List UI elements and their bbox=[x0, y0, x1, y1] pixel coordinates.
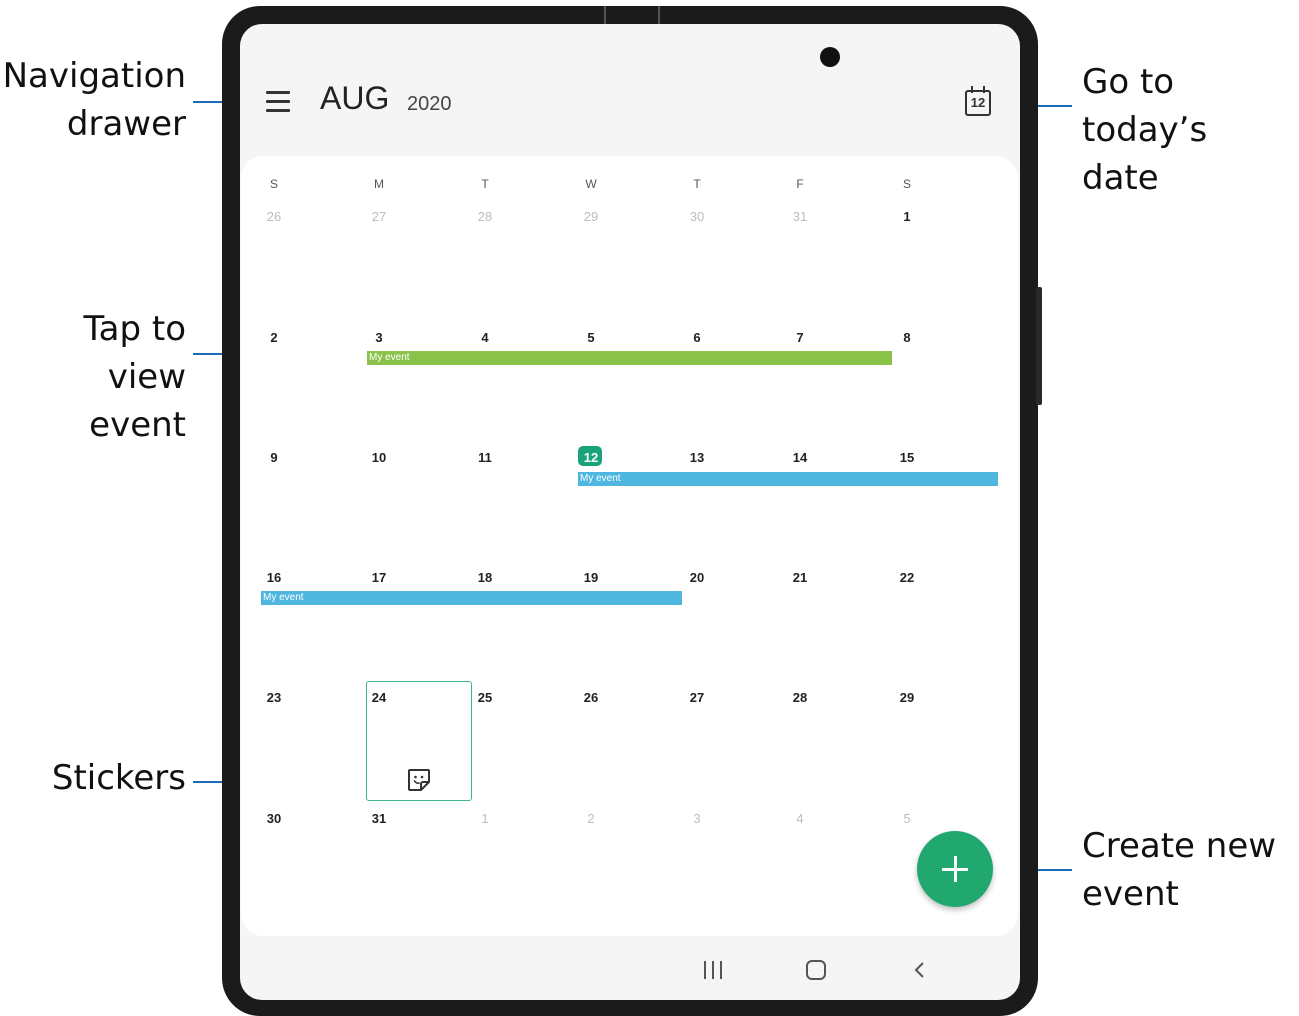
create-event-button[interactable] bbox=[917, 831, 993, 907]
day-cell[interactable]: 3 bbox=[359, 330, 399, 345]
day-cell[interactable]: 1 bbox=[887, 209, 927, 224]
sticker-icon[interactable] bbox=[406, 767, 432, 793]
day-cell[interactable]: 29 bbox=[887, 690, 927, 705]
day-cell[interactable]: 4 bbox=[465, 330, 505, 345]
event-bar[interactable]: My event bbox=[367, 351, 892, 365]
callout-line: Navigation bbox=[2, 56, 186, 96]
day-cell[interactable]: 9 bbox=[254, 450, 294, 465]
callout-tap-to-view-event: Tap to view event bbox=[0, 305, 187, 449]
day-cell[interactable]: 10 bbox=[359, 450, 399, 465]
callout-line: event bbox=[1082, 874, 1179, 914]
day-cell[interactable]: 14 bbox=[780, 450, 820, 465]
day-cell[interactable]: 17 bbox=[359, 570, 399, 585]
callout-line: Create new bbox=[1082, 826, 1277, 866]
callout-line: Tap to view bbox=[83, 309, 187, 397]
day-cell[interactable]: 30 bbox=[254, 811, 294, 826]
callout-line: Stickers bbox=[51, 758, 186, 798]
day-cell-outside-month[interactable]: 30 bbox=[677, 209, 717, 224]
day-cell[interactable]: 5 bbox=[571, 330, 611, 345]
camera bbox=[820, 47, 840, 67]
day-cell-outside-month[interactable]: 1 bbox=[465, 811, 505, 826]
day-cell[interactable]: 8 bbox=[887, 330, 927, 345]
calendar-today-icon[interactable]: 12 bbox=[965, 86, 995, 118]
weekday-label: F bbox=[796, 177, 804, 191]
callout-line: Go to today’s bbox=[1082, 62, 1208, 150]
home-icon[interactable] bbox=[806, 960, 826, 980]
day-cell[interactable]: 27 bbox=[677, 690, 717, 705]
weekday-label: T bbox=[693, 177, 701, 191]
year-title[interactable]: 2020 bbox=[407, 93, 452, 116]
day-cell[interactable]: 16 bbox=[254, 570, 294, 585]
day-cell[interactable]: 20 bbox=[677, 570, 717, 585]
day-cell[interactable]: 11 bbox=[465, 450, 505, 465]
day-cell-outside-month[interactable]: 5 bbox=[887, 811, 927, 826]
day-cell[interactable]: 21 bbox=[780, 570, 820, 585]
side-button bbox=[1036, 287, 1042, 405]
day-cell[interactable]: 6 bbox=[677, 330, 717, 345]
recents-icon[interactable] bbox=[702, 961, 724, 979]
callout-navigation-drawer: Navigation drawer bbox=[0, 52, 186, 148]
day-cell-outside-month[interactable]: 4 bbox=[780, 811, 820, 826]
day-cell-outside-month[interactable]: 28 bbox=[465, 209, 505, 224]
callout-stickers: Stickers bbox=[0, 754, 186, 802]
weekday-label: M bbox=[374, 177, 384, 191]
weekday-label: T bbox=[481, 177, 489, 191]
day-cell[interactable]: 13 bbox=[677, 450, 717, 465]
day-cell-outside-month[interactable]: 29 bbox=[571, 209, 611, 224]
day-cell[interactable]: 31 bbox=[359, 811, 399, 826]
today-icon-number: 12 bbox=[970, 95, 986, 110]
day-cell[interactable]: 19 bbox=[571, 570, 611, 585]
callout-go-to-today: Go to today’s date bbox=[1082, 58, 1299, 202]
day-cell[interactable]: 28 bbox=[780, 690, 820, 705]
weekday-label: W bbox=[585, 177, 597, 191]
month-title[interactable]: AUG bbox=[320, 80, 389, 117]
day-cell-outside-month[interactable]: 3 bbox=[677, 811, 717, 826]
day-cell[interactable]: 15 bbox=[887, 450, 927, 465]
weekday-label: S bbox=[269, 177, 278, 191]
back-icon[interactable] bbox=[912, 962, 928, 978]
hinge bbox=[604, 6, 660, 24]
day-cell-outside-month[interactable]: 27 bbox=[359, 209, 399, 224]
hamburger-menu-icon[interactable] bbox=[266, 91, 292, 113]
plus-icon-stroke bbox=[954, 856, 957, 882]
weekday-label: S bbox=[902, 177, 911, 191]
event-bar[interactable]: My event bbox=[578, 472, 998, 486]
callout-line: drawer bbox=[66, 104, 186, 144]
day-cell[interactable]: 12 bbox=[571, 450, 611, 465]
day-cell[interactable]: 18 bbox=[465, 570, 505, 585]
day-cell-outside-month[interactable]: 31 bbox=[780, 209, 820, 224]
day-cell[interactable]: 7 bbox=[780, 330, 820, 345]
day-cell[interactable]: 23 bbox=[254, 690, 294, 705]
callout-line: event bbox=[89, 405, 186, 445]
day-cell-outside-month[interactable]: 26 bbox=[254, 209, 294, 224]
callout-create-new-event: Create new event bbox=[1082, 822, 1299, 918]
event-bar[interactable]: My event bbox=[261, 591, 682, 605]
day-cell[interactable]: 22 bbox=[887, 570, 927, 585]
callout-line: date bbox=[1082, 158, 1159, 198]
day-cell[interactable]: 26 bbox=[571, 690, 611, 705]
day-cell-outside-month[interactable]: 2 bbox=[571, 811, 611, 826]
day-cell[interactable]: 2 bbox=[254, 330, 294, 345]
